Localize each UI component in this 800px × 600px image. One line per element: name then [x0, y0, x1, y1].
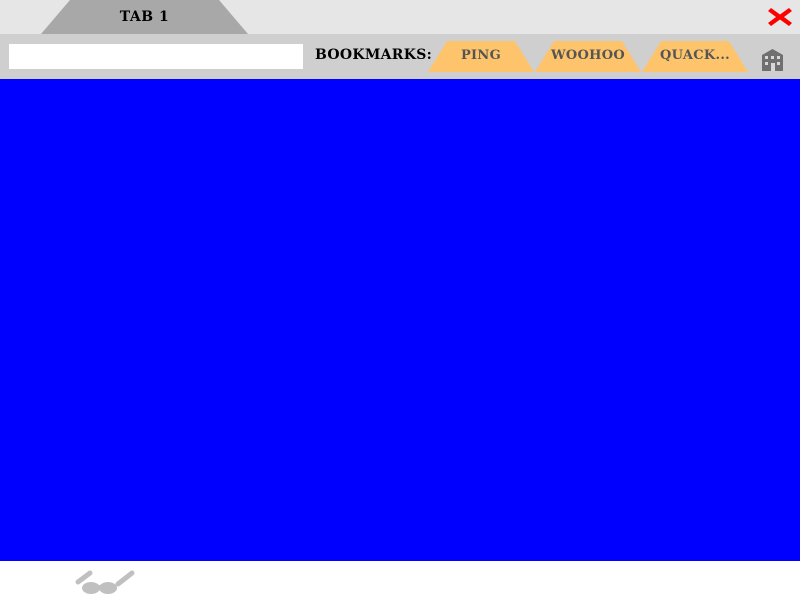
tab-1[interactable]: TAB 1	[41, 0, 248, 34]
bookmark-quack[interactable]: QUACK...	[642, 41, 748, 72]
tab-bar: TAB 1	[0, 0, 800, 34]
bookmark-label: WOOHOO	[551, 48, 625, 63]
page-viewport[interactable]	[0, 79, 800, 561]
close-icon[interactable]	[767, 5, 793, 29]
bookmark-label: PING	[460, 48, 502, 63]
bookmark-label: QUACK...	[660, 48, 730, 63]
bookmark-ping[interactable]: PING	[428, 41, 534, 72]
status-bar	[0, 561, 800, 600]
glasses-icon[interactable]	[74, 567, 138, 595]
toolbar: BOOKMARKS: PING WOOHOO QUACK...	[0, 34, 800, 79]
browser-window: TAB 1 BOOKMARKS: PING WOOHOO QUACK...	[0, 0, 800, 600]
bookmark-woohoo[interactable]: WOOHOO	[535, 41, 641, 72]
bookmarks-label: BOOKMARKS:	[315, 47, 433, 63]
url-input[interactable]	[9, 44, 303, 69]
tab-label: TAB 1	[119, 9, 170, 25]
home-icon[interactable]	[762, 49, 783, 71]
